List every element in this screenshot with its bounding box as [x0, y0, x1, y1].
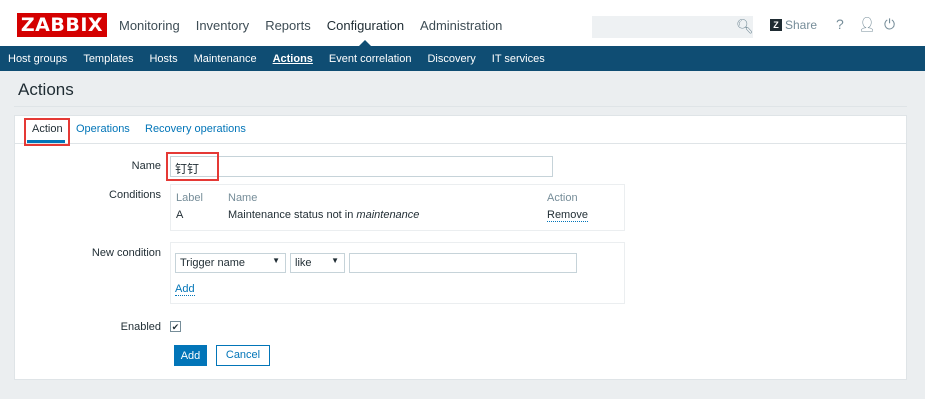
menu-inventory[interactable]: Inventory	[196, 18, 249, 46]
conditions-header-name: Name	[228, 192, 258, 204]
submenu-host-groups[interactable]: Host groups	[8, 53, 67, 65]
search-input[interactable]	[592, 16, 753, 38]
add-button[interactable]: Add	[174, 345, 207, 366]
menu-configuration[interactable]: Configuration	[327, 18, 404, 46]
top-header: ZABBIX Monitoring Inventory Reports Conf…	[0, 0, 925, 46]
add-condition-link[interactable]: Add	[175, 283, 195, 296]
condition-name-text: Maintenance status not in	[228, 209, 357, 221]
sign-out-icon[interactable]: ⏻	[884, 16, 895, 33]
condition-name-value: maintenance	[356, 209, 420, 221]
share-button[interactable]: Z Share	[770, 18, 817, 32]
enabled-label: Enabled	[120, 321, 161, 333]
submenu-templates[interactable]: Templates	[83, 53, 133, 65]
submenu-discovery[interactable]: Discovery	[427, 53, 475, 65]
page-title: Actions	[18, 80, 74, 99]
main-menu: Monitoring Inventory Reports Configurati…	[119, 18, 518, 46]
menu-administration[interactable]: Administration	[420, 18, 502, 46]
action-form-panel: Action Operations Recovery operations Na…	[14, 115, 907, 380]
title-divider	[14, 106, 907, 107]
condition-type-select[interactable]: Trigger name ▼	[175, 253, 286, 273]
submenu-actions[interactable]: Actions	[273, 53, 313, 65]
highlight-box-tab	[24, 118, 70, 146]
highlight-box-name	[166, 152, 219, 181]
user-profile-icon[interactable]: 👤︎	[858, 16, 876, 33]
submenu-maintenance[interactable]: Maintenance	[194, 53, 257, 65]
condition-row-label: A	[176, 209, 184, 221]
conditions-header-action: Action	[547, 192, 578, 204]
conditions-header-label: Label	[176, 192, 203, 204]
new-condition-box: Trigger name ▼ like ▼ Add	[170, 242, 625, 304]
enabled-checkbox[interactable]: ✔	[170, 321, 181, 332]
name-label: Name	[131, 160, 161, 172]
cancel-button[interactable]: Cancel	[216, 345, 270, 366]
condition-operator-value: like	[295, 257, 312, 269]
condition-operator-select[interactable]: like ▼	[290, 253, 345, 273]
zabbix-logo[interactable]: ZABBIX	[17, 13, 107, 37]
sub-menu: Host groups Templates Hosts Maintenance …	[0, 46, 925, 71]
chevron-down-icon: ▼	[272, 256, 280, 265]
submenu-hosts[interactable]: Hosts	[149, 53, 177, 65]
conditions-table: Label Name Action A Maintenance status n…	[170, 184, 625, 231]
chevron-down-icon: ▼	[331, 256, 339, 265]
help-icon[interactable]: ?	[836, 16, 844, 32]
name-input[interactable]: 钉钉	[170, 156, 553, 177]
menu-reports[interactable]: Reports	[265, 18, 311, 46]
share-label: Share	[785, 18, 818, 32]
submenu-event-correlation[interactable]: Event correlation	[329, 53, 412, 65]
share-icon: Z	[770, 19, 782, 31]
condition-type-value: Trigger name	[180, 257, 246, 269]
tab-recovery-operations[interactable]: Recovery operations	[145, 123, 246, 135]
tab-operations[interactable]: Operations	[76, 123, 130, 135]
search-icon[interactable]: 🔍︎	[736, 18, 754, 35]
new-condition-label: New condition	[91, 247, 161, 259]
form-tabs: Action Operations Recovery operations	[15, 116, 906, 144]
menu-monitoring[interactable]: Monitoring	[119, 18, 180, 46]
remove-condition-link[interactable]: Remove	[547, 209, 588, 222]
conditions-label: Conditions	[109, 189, 161, 201]
submenu-it-services[interactable]: IT services	[492, 53, 545, 65]
condition-row-name: Maintenance status not in maintenance	[228, 209, 419, 221]
condition-value-input[interactable]	[349, 253, 577, 273]
